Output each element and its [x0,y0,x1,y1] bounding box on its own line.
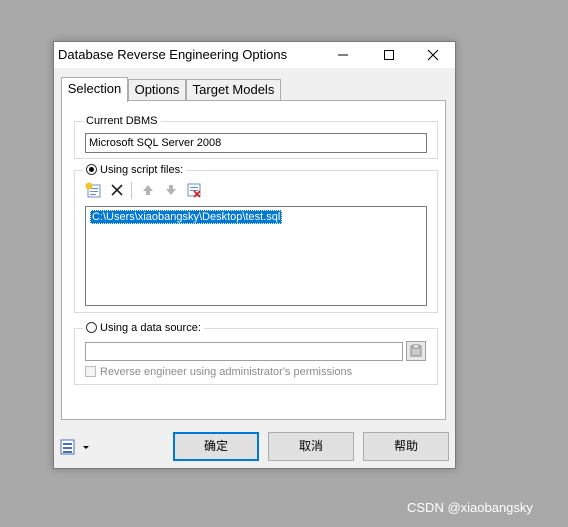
list-item[interactable]: C:\Users\xiaobangsky\Desktop\test.sql [90,210,283,224]
delete-icon[interactable] [109,182,125,198]
add-files-icon[interactable] [85,182,101,198]
data-source-field[interactable] [85,342,403,361]
selection-panel: Current DBMS Microsoft SQL Server 2008 U… [61,100,446,420]
database-icon [410,344,422,357]
close-button[interactable] [410,42,456,68]
reverse-engineering-dialog: Database Reverse Engineering Options Sel… [53,41,456,469]
minimize-button[interactable] [320,42,366,68]
data-source-radio[interactable] [86,322,97,333]
tab-selection[interactable]: Selection [61,77,128,102]
window-title: Database Reverse Engineering Options [58,47,288,62]
maximize-icon [384,50,394,60]
current-dbms-field[interactable]: Microsoft SQL Server 2008 [85,133,427,153]
close-icon [427,49,439,61]
data-source-label: Using a data source: [100,322,201,334]
script-files-list[interactable]: C:\Users\xiaobangsky\Desktop\test.sql [85,206,427,306]
data-source-select-button[interactable] [406,341,426,361]
clear-list-icon[interactable] [186,182,202,198]
model-menu-button[interactable] [60,438,94,456]
script-files-group: Using script files: C:\Users\xiaobangsky… [74,163,438,313]
maximize-button[interactable] [366,42,412,68]
minimize-icon [338,54,348,56]
toolbar-separator [131,182,132,199]
cancel-button[interactable]: 取消 [268,432,354,461]
tab-target-models[interactable]: Target Models [186,79,281,100]
tab-options[interactable]: Options [128,79,186,100]
admin-permissions-option: Reverse engineer using administrator's p… [85,366,352,378]
move-up-icon[interactable] [140,182,156,198]
script-files-label: Using script files: [100,164,184,176]
move-down-icon[interactable] [163,182,179,198]
data-source-group: Using a data source: Reverse engineer us… [74,321,438,385]
watermark: CSDN @xiaobangsky [407,500,533,515]
ok-button[interactable]: 确定 [173,432,259,461]
script-files-option[interactable]: Using script files: [83,163,187,177]
admin-permissions-checkbox [85,366,96,377]
model-menu-icon [60,439,89,455]
current-dbms-group: Current DBMS Microsoft SQL Server 2008 [74,114,438,159]
script-files-radio[interactable] [86,164,97,175]
current-dbms-label: Current DBMS [83,114,161,128]
help-button[interactable]: 帮助 [363,432,449,461]
title-bar[interactable]: Database Reverse Engineering Options [54,42,455,68]
admin-permissions-label: Reverse engineer using administrator's p… [100,366,353,378]
data-source-option[interactable]: Using a data source: [83,321,204,335]
